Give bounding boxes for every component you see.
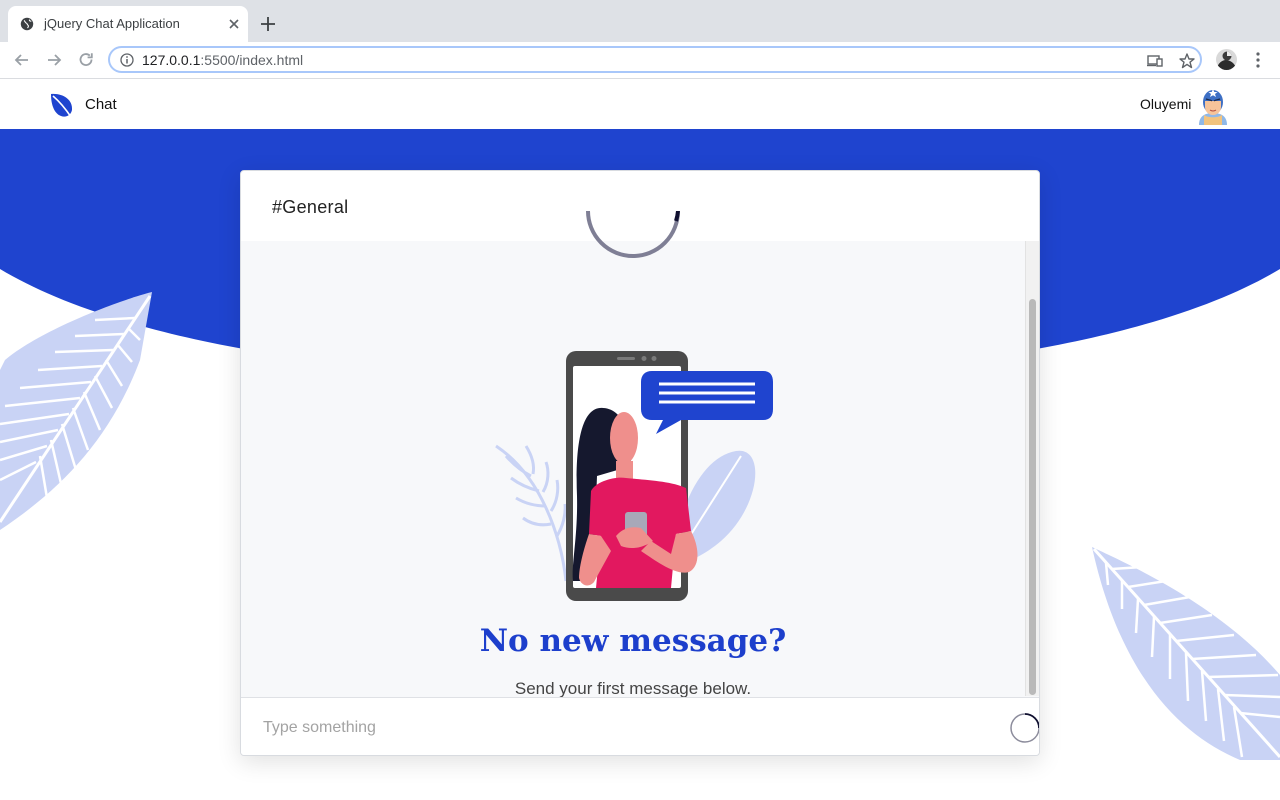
scrollbar-thumb[interactable]	[1029, 299, 1036, 695]
reload-icon[interactable]	[76, 50, 96, 70]
message-composer	[241, 697, 1040, 755]
empty-state-subtitle: Send your first message below.	[514, 679, 752, 698]
bookmark-star-icon[interactable]	[1178, 52, 1196, 70]
app-header: Chat Oluyemi	[0, 79, 1280, 129]
leaf-logo-icon[interactable]	[48, 91, 76, 119]
empty-state-title: No new message?	[479, 623, 787, 659]
browser-tab[interactable]: jQuery Chat Application	[8, 6, 248, 42]
close-icon[interactable]	[224, 14, 244, 34]
globe-icon	[20, 17, 34, 31]
loading-spinner-icon	[586, 211, 680, 258]
url-text: 127.0.0.1:5500/index.html	[142, 52, 303, 68]
info-icon[interactable]	[120, 53, 134, 67]
url-host: 127.0.0.1	[142, 52, 201, 68]
tab-title: jQuery Chat Application	[44, 16, 180, 31]
empty-state-illustration	[495, 351, 773, 601]
decorative-leaf-right	[1092, 547, 1280, 760]
back-arrow-icon[interactable]	[12, 50, 32, 70]
decorative-leaf-left	[0, 292, 152, 530]
user-name: Oluyemi	[1140, 96, 1192, 112]
captain-avatar-icon[interactable]	[1195, 85, 1231, 125]
chat-card: #General No new message? Send your first…	[240, 170, 1040, 756]
brand-name[interactable]: Chat	[85, 96, 117, 113]
browser-toolbar: 127.0.0.1:5500/index.html	[0, 42, 1280, 79]
new-tab-plus-icon[interactable]	[258, 14, 278, 34]
url-path: :5500/index.html	[200, 52, 304, 68]
send-loading-spinner-icon[interactable]	[1009, 712, 1040, 744]
browser-tabstrip: jQuery Chat Application	[0, 0, 1280, 42]
profile-photo-icon	[1216, 49, 1237, 70]
profile-avatar[interactable]	[1216, 49, 1237, 70]
cast-device-icon[interactable]	[1146, 52, 1164, 70]
message-input[interactable]	[261, 715, 985, 741]
more-vert-icon[interactable]	[1250, 50, 1266, 70]
messages-scrollbar[interactable]	[1025, 241, 1039, 696]
forward-arrow-icon[interactable]	[44, 50, 64, 70]
channel-name: #General	[272, 197, 349, 217]
address-bar[interactable]: 127.0.0.1:5500/index.html	[108, 46, 1202, 73]
